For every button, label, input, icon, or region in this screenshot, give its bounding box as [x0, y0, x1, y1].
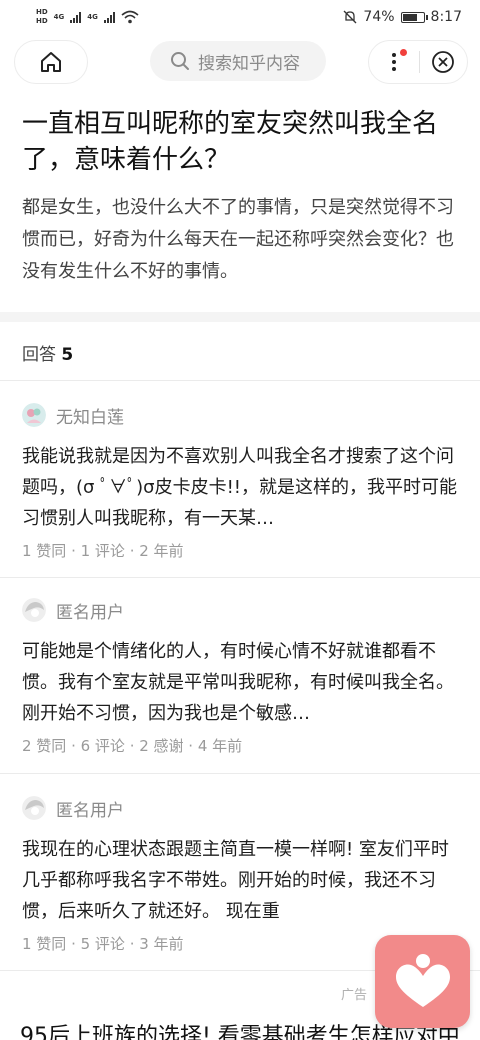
answer-card[interactable]: 无知白莲 我能说我就是因为不喜欢别人叫我全名才搜索了这个问题吗，(σ ﾟ∀ﾟ)σ… — [22, 401, 462, 561]
search-icon — [171, 52, 189, 70]
answer-card[interactable]: 匿名用户 我现在的心理状态跟题主简直一模一样啊! 室友们平时几乎都称呼我名字不带… — [22, 794, 462, 954]
floating-like-button[interactable] — [375, 935, 470, 1028]
author-name: 匿名用户 — [56, 800, 124, 821]
home-button[interactable] — [14, 40, 88, 84]
answer-card[interactable]: 匿名用户 可能她是个情绪化的人，有时候心情不好就谁都看不惯。我有个室友就是平常叫… — [22, 596, 462, 756]
action-group — [368, 40, 468, 84]
avatar — [22, 403, 46, 427]
divider — [0, 380, 480, 381]
status-bar: HD HD 4G 4G 74% 8:17 — [0, 0, 480, 34]
more-icon — [391, 53, 396, 71]
answer-author[interactable]: 无知白莲 — [22, 401, 462, 429]
ad-tag: 广告 — [341, 988, 368, 1003]
anonymous-avatar-icon — [22, 796, 46, 820]
answer-meta: 1 赞同 · 1 评论 · 2 年前 — [22, 542, 184, 560]
network-type-1: 4G — [53, 13, 65, 21]
question: 一直相互叫昵称的室友突然叫我全名了，意味着什么？ 都是女生，也没什么大不了的事情… — [22, 106, 462, 288]
search-input[interactable]: 搜索知乎内容 — [150, 41, 326, 81]
question-title: 一直相互叫昵称的室友突然叫我全名了，意味着什么？ — [22, 109, 439, 175]
more-button[interactable] — [369, 40, 419, 84]
divider — [0, 773, 480, 774]
answer-author[interactable]: 匿名用户 — [22, 794, 462, 822]
clock: 8:17 — [430, 9, 462, 25]
network-type-2: 4G — [87, 13, 98, 21]
signal-icon — [70, 11, 82, 23]
anonymous-avatar-icon — [22, 598, 46, 622]
signal-icon-2 — [103, 11, 115, 23]
answers-count: 5 — [61, 345, 74, 365]
author-name: 匿名用户 — [56, 602, 124, 623]
hd-indicator: HD HD — [36, 8, 48, 26]
question-description[interactable]: 都是女生，也没什么大不了的事情，只是突然觉得不习惯而已，好奇为什么每天在一起还称… — [22, 192, 462, 288]
answer-excerpt: 我现在的心理状态跟题主简直一模一样啊! 室友们平时几乎都称呼我名字不带姓。刚开始… — [22, 839, 449, 922]
status-right: 74% 8:17 — [343, 9, 462, 25]
hd-top: HD — [36, 8, 48, 16]
author-name: 无知白莲 — [56, 407, 124, 428]
hd-bottom: HD — [36, 17, 48, 25]
answer-excerpt: 我能说我就是因为不喜欢别人叫我全名才搜索了这个问题吗，(σ ﾟ∀ﾟ)σ皮卡皮卡!… — [22, 446, 458, 529]
section-divider — [0, 312, 480, 322]
answer-excerpt: 可能她是个情绪化的人，有时候心情不好就谁都看不惯。我有个室友就是平常叫我昵称，有… — [22, 641, 454, 724]
answer-author[interactable]: 匿名用户 — [22, 596, 462, 624]
battery-icon — [400, 11, 428, 23]
divider — [0, 577, 480, 578]
answer-meta: 2 赞同 · 6 评论 · 2 感谢 · 4 年前 — [22, 737, 243, 755]
answers-label: 回答 — [22, 345, 56, 365]
close-button[interactable] — [419, 40, 467, 84]
mute-bell-icon — [343, 10, 357, 24]
close-icon — [432, 51, 455, 73]
answers-header: 回答 5 — [22, 340, 73, 365]
status-left: HD HD 4G 4G — [36, 8, 139, 26]
battery-fill — [402, 13, 418, 21]
wifi-icon — [121, 10, 139, 24]
home-icon — [41, 52, 61, 72]
heart-icon — [395, 953, 450, 1007]
notification-dot — [400, 49, 407, 56]
top-nav: 搜索知乎内容 — [0, 38, 480, 86]
search-placeholder: 搜索知乎内容 — [198, 53, 300, 74]
battery-percent: 74% — [363, 9, 395, 25]
